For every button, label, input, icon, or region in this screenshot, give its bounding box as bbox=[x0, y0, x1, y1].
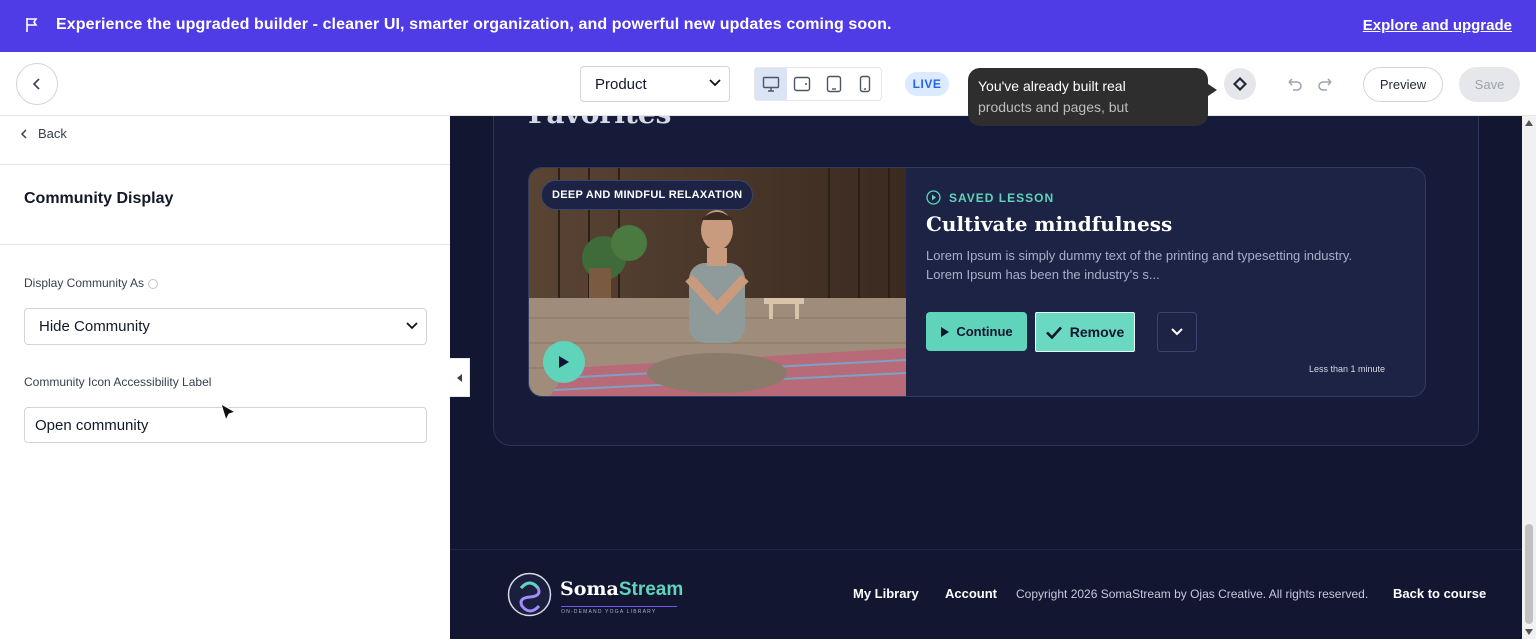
tooltip-line-1: You've already built real bbox=[978, 78, 1126, 94]
saved-lesson-label: SAVED LESSON bbox=[926, 190, 1054, 205]
lesson-description-line-2: Lorem Ipsum has been the industry's s... bbox=[926, 267, 1160, 282]
diamond-icon bbox=[1233, 77, 1247, 91]
tooltip-line-2: products and pages, but bbox=[978, 99, 1129, 115]
live-status-badge: LIVE bbox=[905, 72, 949, 96]
brand-accent: Stream bbox=[618, 579, 684, 600]
continue-label: Continue bbox=[956, 324, 1013, 339]
brand-tagline: ON-DEMAND YOGA LIBRARY bbox=[561, 606, 677, 615]
favorites-section: Favorites bbox=[493, 116, 1479, 446]
favorites-title: Favorites bbox=[528, 116, 671, 130]
preview-canvas: Favorites bbox=[450, 116, 1522, 639]
chevron-left-icon bbox=[32, 78, 40, 90]
section-title: Community Display bbox=[24, 190, 174, 207]
device-switcher bbox=[754, 67, 882, 101]
desktop-view-button[interactable] bbox=[755, 68, 787, 100]
brand-name: SomaStream bbox=[560, 578, 683, 601]
footer-link-my-library[interactable]: My Library bbox=[853, 586, 919, 601]
divider bbox=[0, 244, 450, 245]
thumbnail-play-button[interactable] bbox=[543, 341, 585, 383]
tablet-icon bbox=[826, 75, 841, 93]
save-button[interactable]: Save bbox=[1459, 67, 1520, 102]
divider bbox=[0, 164, 450, 165]
desktop-icon bbox=[762, 76, 779, 92]
lesson-card: DEEP AND MINDFUL RELAXATION SAVED LESSON… bbox=[528, 167, 1426, 397]
mobile-view-button[interactable] bbox=[850, 68, 882, 100]
play-circle-icon bbox=[926, 190, 941, 205]
footer-link-account[interactable]: Account bbox=[945, 586, 997, 601]
somastream-logo-icon bbox=[507, 572, 552, 617]
preview-button[interactable]: Preview bbox=[1363, 67, 1443, 102]
lesson-thumbnail: DEEP AND MINDFUL RELAXATION bbox=[529, 168, 906, 396]
site-footer: SomaStream ON-DEMAND YOGA LIBRARY My Lib… bbox=[450, 549, 1522, 639]
canvas-scrollbar[interactable] bbox=[1522, 116, 1536, 639]
scroll-down-arrow[interactable] bbox=[1525, 629, 1533, 635]
saved-lesson-text: SAVED LESSON bbox=[949, 190, 1055, 205]
accessibility-label-value: Open community bbox=[35, 416, 149, 434]
flag-icon bbox=[26, 18, 38, 32]
editor-toolbar: Product LIVE You've already built real p… bbox=[0, 52, 1536, 126]
ai-assistant-button[interactable] bbox=[1224, 68, 1256, 100]
undo-icon[interactable] bbox=[1284, 74, 1304, 94]
chevron-left-icon bbox=[20, 128, 27, 139]
lesson-tag: DEEP AND MINDFUL RELAXATION bbox=[541, 180, 754, 210]
tooltip-arrow bbox=[1205, 82, 1217, 98]
mobile-icon bbox=[860, 75, 871, 93]
info-icon[interactable] bbox=[148, 278, 159, 289]
mouse-cursor-icon bbox=[220, 402, 237, 422]
display-community-select[interactable]: Hide Community bbox=[24, 308, 427, 345]
caret-left-icon bbox=[456, 373, 462, 382]
play-icon bbox=[559, 356, 569, 368]
collapse-panel-button[interactable] bbox=[450, 358, 470, 397]
chevron-down-icon bbox=[709, 79, 721, 87]
more-options-button[interactable] bbox=[1157, 312, 1197, 352]
brand-main: Soma bbox=[560, 578, 619, 600]
upgrade-banner: Experience the upgraded builder - cleane… bbox=[0, 0, 1536, 52]
onboarding-tooltip: You've already built real products and p… bbox=[968, 68, 1208, 126]
back-label: Back bbox=[38, 126, 67, 141]
lesson-title: Cultivate mindfulness bbox=[926, 212, 1173, 236]
tablet-landscape-view-button[interactable] bbox=[787, 68, 819, 100]
accessibility-label: Community Icon Accessibility Label bbox=[24, 375, 212, 389]
back-button[interactable] bbox=[16, 63, 58, 105]
lesson-duration: Less than 1 minute bbox=[1309, 364, 1386, 374]
tablet-landscape-icon bbox=[794, 76, 811, 92]
lesson-description-line-1: Lorem Ipsum is simply dummy text of the … bbox=[926, 248, 1353, 263]
continue-button[interactable]: Continue bbox=[926, 312, 1027, 351]
remove-button[interactable]: Remove bbox=[1035, 312, 1135, 352]
display-community-label: Display Community As bbox=[24, 276, 159, 290]
settings-panel: Back Community Display Display Community… bbox=[0, 116, 450, 639]
remove-label: Remove bbox=[1069, 324, 1125, 340]
display-community-value: Hide Community bbox=[39, 318, 150, 335]
explore-upgrade-link[interactable]: Explore and upgrade bbox=[1363, 17, 1512, 34]
panel-back-link[interactable]: Back bbox=[20, 126, 67, 141]
chevron-down-icon bbox=[1171, 328, 1183, 336]
copyright-text: Copyright 2026 SomaStream by Ojas Creati… bbox=[1016, 587, 1369, 601]
checkmark-icon bbox=[1045, 326, 1062, 339]
redo-icon[interactable] bbox=[1316, 74, 1336, 94]
page-select-value: Product bbox=[595, 75, 647, 93]
scroll-up-arrow[interactable] bbox=[1525, 120, 1533, 126]
chevron-down-icon bbox=[406, 322, 418, 330]
scrollbar-thumb[interactable] bbox=[1525, 524, 1533, 624]
page-select[interactable]: Product bbox=[580, 66, 730, 102]
lesson-description: Lorem Ipsum is simply dummy text of the … bbox=[926, 246, 1396, 284]
display-community-label-text: Display Community As bbox=[24, 276, 145, 290]
play-icon bbox=[941, 326, 950, 337]
tablet-view-button[interactable] bbox=[818, 68, 850, 100]
back-to-course-link[interactable]: Back to course bbox=[1393, 586, 1486, 601]
banner-message: Experience the upgraded builder - cleane… bbox=[56, 16, 892, 33]
